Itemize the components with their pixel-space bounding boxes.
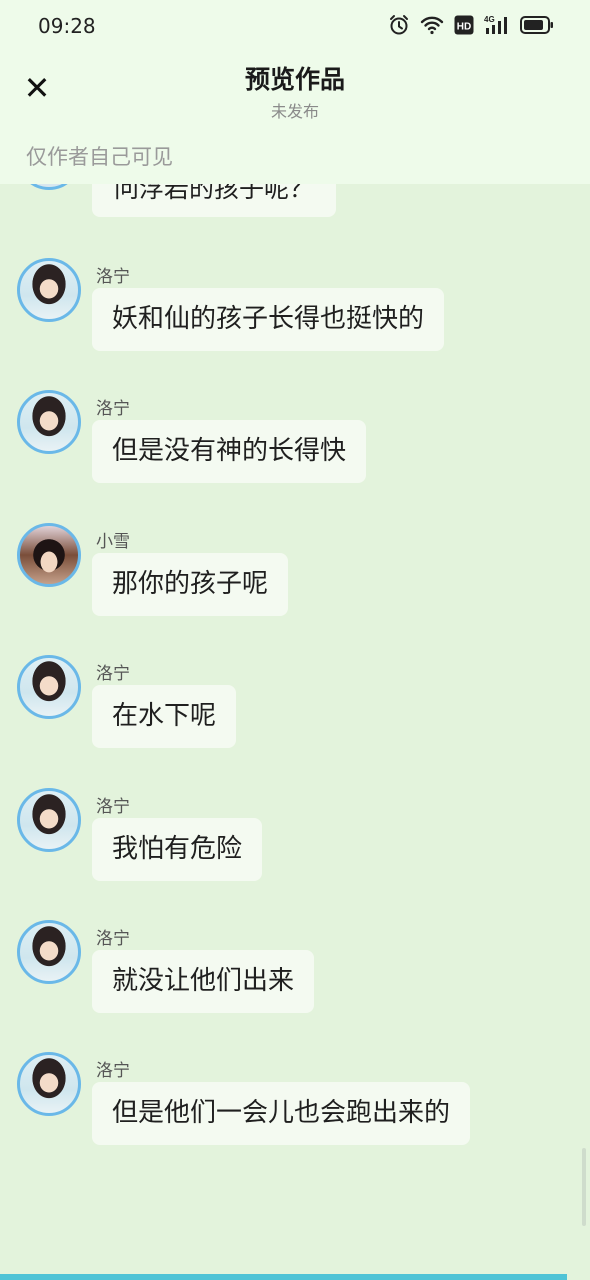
list-item: 洛宁 我怕有危险 xyxy=(0,788,590,898)
list-item: 洛宁 但是他们一会儿也会跑出来的 xyxy=(0,1052,590,1162)
sender-name: 洛宁 xyxy=(96,664,130,684)
list-item: 小雪 那你的孩子呢 xyxy=(0,523,590,633)
avatar[interactable] xyxy=(17,523,81,587)
sender-name: 洛宁 xyxy=(96,267,130,287)
list-item: 洛宁 妖和仙的孩子长得也挺快的 xyxy=(0,258,590,368)
sender-name: 洛宁 xyxy=(96,797,130,817)
page-title: 预览作品 xyxy=(244,65,345,94)
header: 09:28 HD 4G ✕ 预览作品 未发布 仅作者自己可见 xyxy=(0,0,590,184)
message-bubble[interactable]: 但是没有神的长得快 xyxy=(92,420,367,483)
network-label: 4G xyxy=(484,15,495,24)
list-item: 洛宁 就没让他们出来 xyxy=(0,920,590,1030)
avatar[interactable] xyxy=(17,258,81,322)
list-item: 洛宁 但是没有神的长得快 xyxy=(0,390,590,500)
avatar[interactable] xyxy=(17,920,81,984)
message-bubble[interactable]: 但是他们一会儿也会跑出来的 xyxy=(92,1082,471,1145)
avatar[interactable] xyxy=(17,1052,81,1116)
message-bubble[interactable]: 在水下呢 xyxy=(92,685,237,748)
sender-name: 小雪 xyxy=(96,532,130,552)
page-subtitle: 未发布 xyxy=(270,102,319,121)
message-bubble[interactable]: 就没让他们出来 xyxy=(92,950,315,1013)
4g-signal-icon: 4G xyxy=(484,14,510,36)
scrollbar[interactable] xyxy=(582,1148,586,1226)
alarm-icon xyxy=(388,14,410,36)
message-bubble[interactable]: 我怕有危险 xyxy=(92,818,263,881)
hd-icon: HD xyxy=(454,15,474,35)
wifi-icon xyxy=(420,15,444,35)
avatar[interactable] xyxy=(17,390,81,454)
battery-icon xyxy=(520,15,554,35)
chat-area: 问浮岩的孩子呢？ 洛宁 妖和仙的孩子长得也挺快的 洛宁 但是没有神的长得快 小雪… xyxy=(0,0,590,1280)
avatar[interactable] xyxy=(17,788,81,852)
bottom-accent-bar xyxy=(0,1274,567,1280)
message-bubble[interactable]: 那你的孩子呢 xyxy=(92,553,289,616)
sender-name: 洛宁 xyxy=(96,1061,130,1081)
list-item: 洛宁 在水下呢 xyxy=(0,655,590,765)
visibility-note: 仅作者自己可见 xyxy=(26,145,173,169)
avatar[interactable] xyxy=(17,655,81,719)
message-bubble[interactable]: 妖和仙的孩子长得也挺快的 xyxy=(92,288,445,351)
status-time: 09:28 xyxy=(38,14,96,38)
sender-name: 洛宁 xyxy=(96,929,130,949)
hd-label: HD xyxy=(457,22,471,33)
sender-name: 洛宁 xyxy=(96,399,130,419)
status-icons: HD 4G xyxy=(388,14,554,36)
